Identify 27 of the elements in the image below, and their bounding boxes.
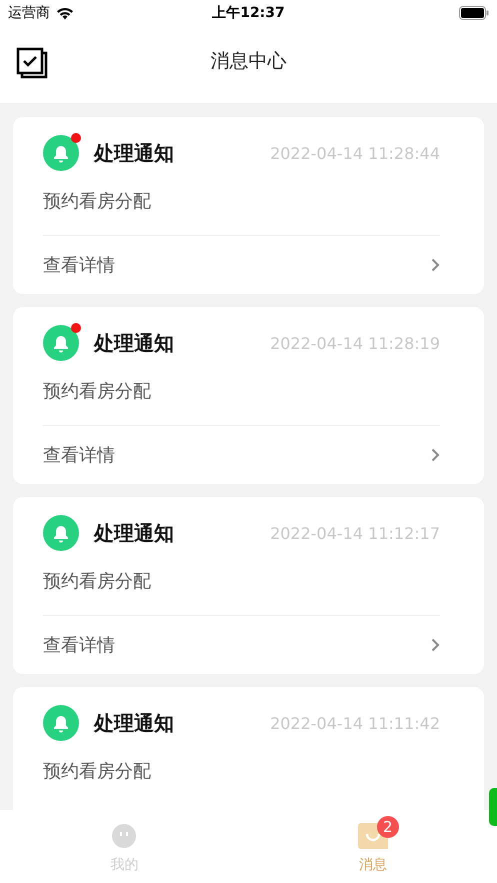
view-details-link[interactable]: 查看详情 [43, 616, 440, 674]
view-details-link[interactable]: 查看详情 [43, 426, 440, 484]
chevron-right-icon [431, 258, 440, 272]
message-text: 预约看房分配 [43, 760, 152, 784]
bell-icon [43, 705, 79, 741]
message-text: 预约看房分配 [43, 380, 152, 404]
clock-time: 上午12:37 [211, 4, 286, 22]
face-icon [112, 824, 136, 848]
message-title: 处理通知 [94, 140, 175, 166]
bell-icon [43, 515, 79, 551]
page-title: 消息中心 [210, 48, 286, 74]
message-title: 处理通知 [94, 520, 175, 546]
bell-icon [43, 325, 79, 361]
message-text: 预约看房分配 [43, 570, 152, 594]
unread-count-badge: 2 [376, 816, 399, 838]
checklist-icon[interactable] [16, 47, 48, 79]
carrier-name: 运营商 [8, 4, 50, 22]
side-handle[interactable] [489, 788, 497, 826]
view-details-link[interactable]: 查看详情 [43, 236, 440, 294]
message-text: 预约看房分配 [43, 190, 152, 214]
bell-icon [43, 135, 79, 171]
message-title: 处理通知 [94, 710, 175, 736]
battery-icon [458, 6, 489, 20]
wifi-icon [56, 6, 74, 20]
message-title: 处理通知 [94, 330, 175, 356]
chevron-right-icon [431, 448, 440, 462]
chevron-right-icon [431, 638, 440, 652]
